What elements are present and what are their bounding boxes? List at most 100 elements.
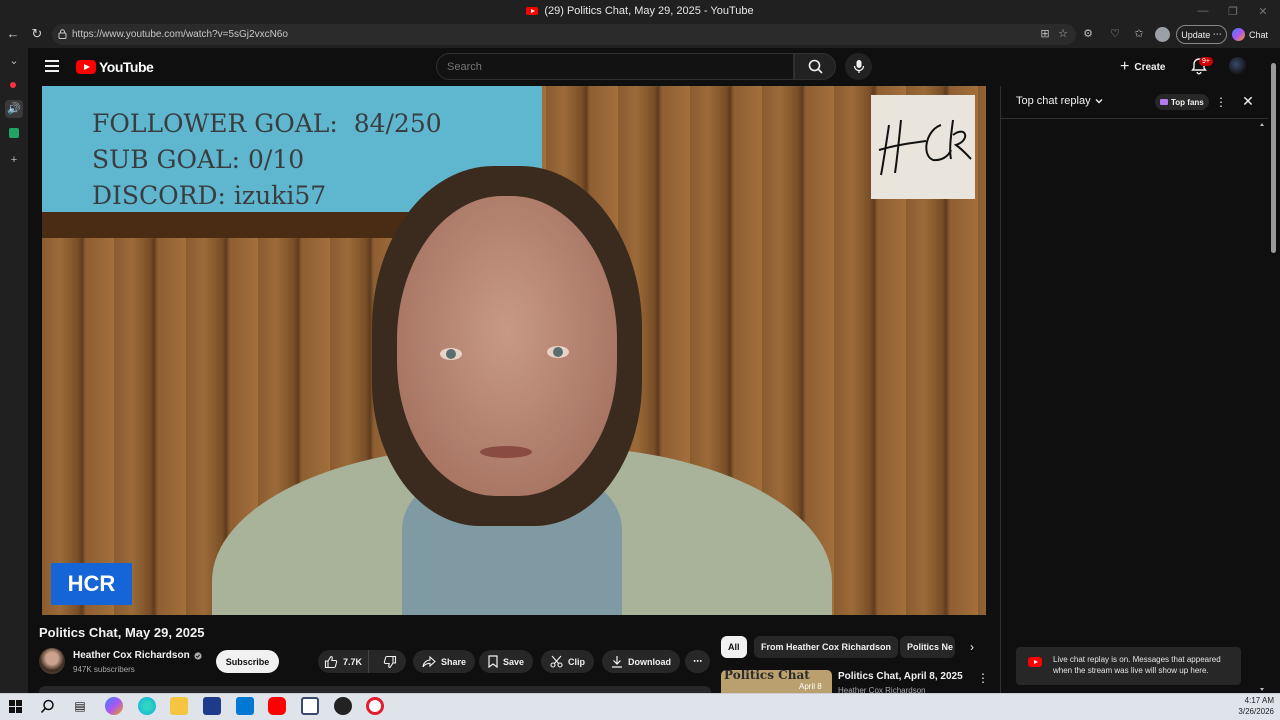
video-title: Politics Chat, May 29, 2025: [39, 625, 205, 640]
thumbnail-text: Politics Chat: [724, 670, 810, 682]
favorite-star-icon[interactable]: ☆: [1056, 27, 1070, 41]
search-icon: [808, 59, 823, 74]
chevron-down-icon[interactable]: ⌄: [5, 52, 23, 70]
address-bar[interactable]: https://www.youtube.com/watch?v=5sGj2vxc…: [52, 24, 1076, 45]
account-avatar[interactable]: [1229, 57, 1247, 75]
window-controls: — ❐ ✕: [1188, 0, 1278, 22]
top-fans-button[interactable]: Top fans: [1155, 94, 1209, 110]
hamburger-menu-icon[interactable]: [45, 60, 59, 72]
page-scrollbar[interactable]: [1268, 48, 1280, 693]
youtube-app-icon[interactable]: [268, 697, 286, 715]
chip-all[interactable]: All: [721, 636, 747, 658]
profile-icon[interactable]: [1155, 27, 1170, 42]
download-label: Download: [628, 656, 671, 667]
chevron-down-icon: [1095, 99, 1103, 104]
recommended-video-title[interactable]: Politics Chat, April 8, 2025: [838, 671, 963, 682]
speaker-icon[interactable]: 🔊: [5, 100, 23, 118]
update-button[interactable]: Update ⋯: [1176, 25, 1227, 44]
voice-search-button[interactable]: [845, 53, 872, 80]
scissors-icon: [550, 655, 563, 668]
chat-mode-dropdown[interactable]: Top chat replay: [1016, 95, 1104, 107]
back-icon[interactable]: ←: [5, 26, 21, 42]
channel-avatar[interactable]: [39, 648, 65, 674]
copilot-icon: [1232, 28, 1245, 41]
app-window-icon[interactable]: [301, 697, 319, 715]
youtube-logo-text: YouTube: [99, 59, 154, 75]
page-scrollbar-thumb[interactable]: [1271, 63, 1276, 253]
refresh-icon[interactable]: ↻: [29, 26, 45, 42]
chevron-right-icon[interactable]: ›: [964, 639, 980, 655]
outlook-icon[interactable]: [236, 697, 254, 715]
download-icon: [612, 656, 622, 668]
save-button[interactable]: Save: [479, 650, 534, 673]
chat-title-label: Top chat replay: [1016, 95, 1091, 107]
more-horizontal-icon: ⋯: [693, 656, 702, 666]
chat-more-options-icon[interactable]: ⋮: [1215, 94, 1227, 110]
hcr-signature-icon: [878, 119, 972, 176]
recommended-thumbnail[interactable]: Politics Chat April 8: [721, 670, 832, 693]
youtube-play-icon: [76, 60, 96, 74]
chat-scrollbar[interactable]: [1259, 120, 1265, 695]
copilot-taskbar-icon[interactable]: [105, 697, 123, 715]
windows-start-icon[interactable]: [9, 700, 22, 713]
subscribe-button[interactable]: Subscribe: [216, 650, 279, 673]
taskbar-search-icon[interactable]: [40, 699, 55, 714]
url-text: https://www.youtube.com/watch?v=5sGj2vxc…: [72, 29, 288, 40]
verified-check-icon: [194, 651, 202, 660]
search-input[interactable]: [436, 53, 794, 80]
task-view-icon[interactable]: ▤: [71, 697, 89, 715]
thumbs-up-icon: [324, 655, 338, 668]
youtube-play-icon: [1028, 657, 1042, 667]
clip-button[interactable]: Clip: [541, 650, 594, 673]
window-title: (29) Politics Chat, May 29, 2025 - YouTu…: [544, 5, 754, 17]
browser-sidebar: [0, 48, 28, 693]
share-button[interactable]: Share: [413, 650, 476, 673]
youtube-logo[interactable]: YouTube: [76, 59, 154, 75]
minimize-icon[interactable]: —: [1188, 5, 1218, 17]
edge-browser-icon[interactable]: [138, 697, 156, 715]
favorites-icon[interactable]: ✩: [1132, 27, 1146, 41]
extensions-icon[interactable]: ⚙: [1081, 27, 1095, 41]
chip-from-channel[interactable]: From Heather Cox Richardson: [754, 636, 899, 658]
restore-icon[interactable]: ❐: [1218, 5, 1248, 18]
person-mouth: [480, 446, 532, 458]
youtube-favicon-icon: [526, 7, 539, 15]
create-button[interactable]: + Create: [1120, 56, 1165, 78]
person-left-eye: [440, 348, 462, 360]
save-label: Save: [503, 656, 525, 667]
copilot-chat-button[interactable]: Chat: [1232, 25, 1268, 44]
video-player[interactable]: FOLLOWER GOAL: 84/250 SUB GOAL: 0/10 DIS…: [42, 86, 986, 615]
description-box[interactable]: [39, 686, 711, 693]
close-window-icon[interactable]: ✕: [1248, 5, 1278, 18]
system-clock[interactable]: 4:17 AM 3/26/2026: [1222, 695, 1274, 717]
recommended-channel-name[interactable]: Heather Cox Richardson: [838, 686, 926, 693]
github-desktop-icon[interactable]: [334, 697, 352, 715]
youtube-tab-icon[interactable]: [10, 82, 16, 88]
share-label: Share: [441, 656, 467, 667]
chat-replay-notice-text: Live chat replay is on. Messages that ap…: [1053, 655, 1221, 675]
like-button[interactable]: 7.7K: [318, 650, 369, 673]
crown-icon: [1160, 99, 1168, 105]
more-actions-button[interactable]: ⋯: [685, 650, 710, 673]
new-tab-plus-icon[interactable]: +: [5, 151, 23, 169]
discord-text: DISCORD: izuki57: [92, 181, 327, 210]
browser-essentials-icon[interactable]: ♡: [1108, 27, 1122, 41]
create-label: Create: [1134, 61, 1166, 73]
app-available-icon[interactable]: ⊞: [1038, 27, 1052, 41]
windows-taskbar: [0, 693, 1280, 720]
excel-tab-icon[interactable]: [9, 128, 19, 138]
channel-name-link[interactable]: Heather Cox Richardson: [73, 650, 202, 661]
search-button[interactable]: [794, 53, 836, 80]
download-button[interactable]: Download: [602, 650, 680, 673]
chip-politics-news[interactable]: Politics Ne: [900, 636, 955, 658]
like-dislike-group: 7.7K: [318, 650, 406, 673]
thumbnail-date: April 8: [799, 682, 822, 691]
follower-goal-text: FOLLOWER GOAL: 84/250: [92, 109, 442, 138]
dislike-button[interactable]: [374, 650, 406, 673]
store-icon[interactable]: [203, 697, 221, 715]
recommended-more-icon[interactable]: ⋮: [977, 671, 989, 685]
file-explorer-icon[interactable]: [170, 697, 188, 715]
opera-browser-icon[interactable]: [366, 697, 384, 715]
person-right-eye: [547, 346, 569, 358]
chat-close-icon[interactable]: ✕: [1240, 93, 1256, 109]
